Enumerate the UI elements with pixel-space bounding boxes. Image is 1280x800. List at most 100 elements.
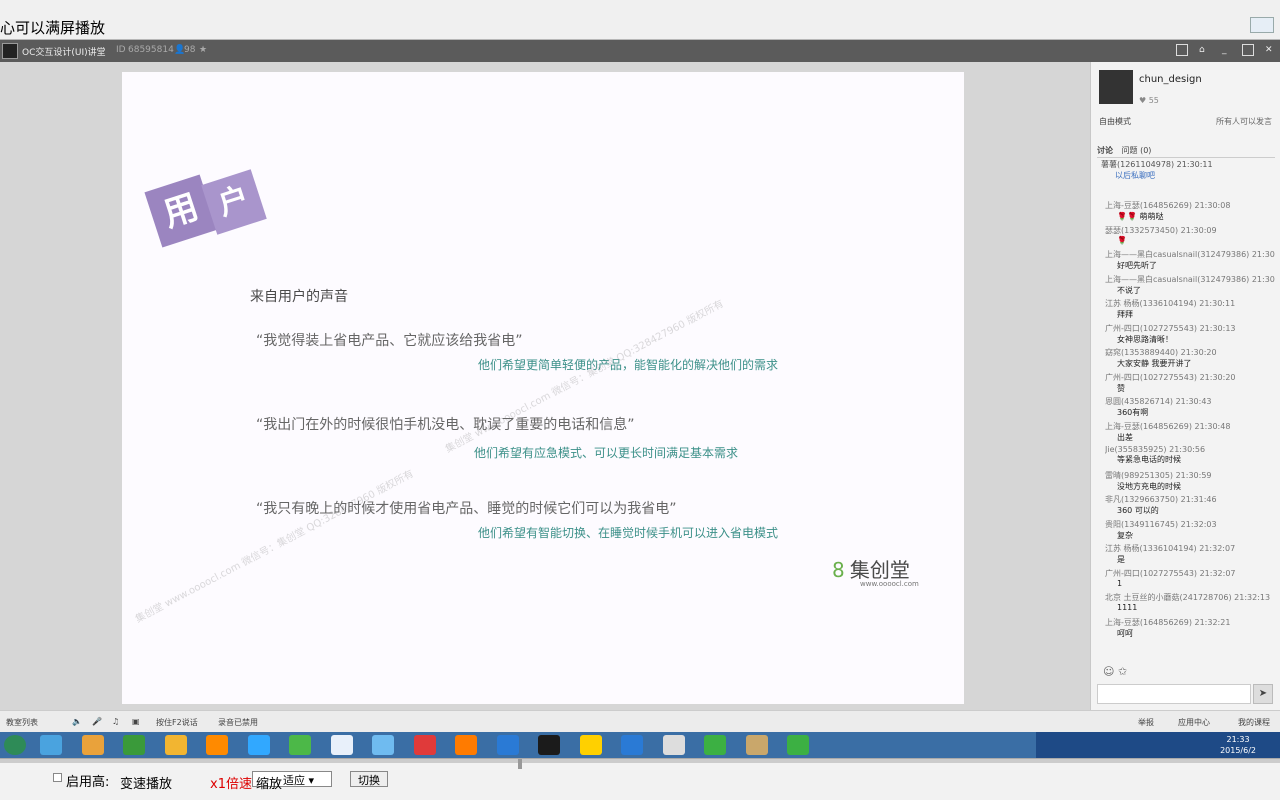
home-icon[interactable]: ⌂ bbox=[1199, 45, 1205, 55]
message-text: 复杂 bbox=[1117, 530, 1133, 540]
classroom-list-button[interactable]: 教室列表 bbox=[6, 717, 38, 728]
app-center-button[interactable]: 应用中心 bbox=[1178, 717, 1210, 728]
message-author: 广州-四口(1027275543) 21:30:20 bbox=[1105, 372, 1236, 382]
host-avatar[interactable] bbox=[1099, 70, 1133, 104]
message-author: 贵阳(1349116745) 21:32:03 bbox=[1105, 519, 1217, 529]
taskbar-app-icon[interactable] bbox=[40, 735, 62, 755]
system-tray: 21:33 2015/6/2 bbox=[1036, 732, 1280, 758]
send-icon[interactable]: ➤ bbox=[1253, 684, 1273, 704]
taskbar-app-icon[interactable] bbox=[81, 735, 104, 755]
divider bbox=[1097, 157, 1275, 158]
chat-message: 上海-豆瑟(164856269) 21:32:21 呵呵 bbox=[1105, 617, 1277, 642]
quote-1: “我觉得装上省电产品、它就应该给我省电” bbox=[256, 333, 523, 349]
chat-message: 江苏 杨杨(1336104194) 21:32:07 是 bbox=[1105, 543, 1277, 568]
heart-icon[interactable]: ♥ bbox=[1139, 96, 1146, 105]
video-icon[interactable]: ▣ bbox=[132, 717, 140, 726]
chat-message: 贵阳(1349116745) 21:32:03 复杂 bbox=[1105, 519, 1277, 544]
chat-sidebar: chun_design ♥ 55 自由模式 所有人可以发言 讨论 问题 (0) … bbox=[1090, 62, 1280, 710]
speed-value[interactable]: x1倍速 bbox=[210, 773, 252, 792]
answer-2: 他们希望有应急模式、可以更长时间满足基本需求 bbox=[473, 446, 738, 460]
message-author: 雷晴(989251305) 21:30:59 bbox=[1105, 470, 1212, 480]
brand-mark-icon: 8 bbox=[832, 558, 845, 582]
message-text: 大家安静 我要开讲了 bbox=[1117, 359, 1192, 368]
taskbar-app-icon[interactable] bbox=[164, 735, 187, 755]
taskbar-app-icon[interactable] bbox=[745, 735, 768, 755]
chat-message: 广州-四口(1027275543) 21:32:07 1 bbox=[1105, 568, 1277, 593]
message-author: 非凡(1329663750) 21:31:46 bbox=[1105, 495, 1217, 504]
tab-discussion[interactable]: 讨论 bbox=[1097, 146, 1113, 155]
emoji-icon[interactable]: ☺ ✩ bbox=[1103, 665, 1127, 678]
seek-handle[interactable] bbox=[518, 759, 522, 769]
taskbar-app-icon[interactable] bbox=[787, 735, 809, 755]
taskbar-app-icon[interactable] bbox=[247, 735, 270, 755]
taskbar-app-icon[interactable] bbox=[289, 735, 311, 755]
taskbar-app-icon[interactable] bbox=[330, 735, 353, 755]
chat-message: 上海-豆瑟(164856269) 21:30:48 出差 bbox=[1105, 421, 1277, 446]
chat-message: 恩圆(435826714) 21:30:43 360有啊 bbox=[1105, 396, 1277, 421]
speak-permission: 所有人可以发言 bbox=[1216, 117, 1272, 126]
taskbar-app-icon[interactable] bbox=[455, 735, 477, 755]
taskbar-app-icon[interactable] bbox=[372, 735, 394, 755]
message-author: 上海-豆瑟(164856269) 21:30:08 bbox=[1105, 201, 1231, 210]
mic-icon[interactable]: 🎤 bbox=[92, 717, 102, 726]
seek-bar[interactable] bbox=[0, 759, 1280, 763]
start-button[interactable] bbox=[4, 735, 26, 755]
hq-label: 启用高: bbox=[66, 775, 110, 790]
message-author: 瑟瑟(1332573450) 21:30:09 bbox=[1105, 225, 1217, 235]
maximize-icon[interactable] bbox=[1242, 44, 1254, 56]
taskbar-app-icon[interactable] bbox=[123, 735, 145, 755]
window-title-bar: 心可以满屏播放 bbox=[0, 0, 1280, 40]
taskbar-app-icon[interactable] bbox=[704, 735, 726, 755]
chat-message: 广州-四口(1027275543) 21:30:20 赞 bbox=[1105, 372, 1277, 397]
taskbar-app-icon[interactable] bbox=[579, 735, 602, 755]
message-author: 江苏 杨杨(1336104194) 21:30:11 bbox=[1105, 299, 1236, 308]
taskbar-app-icon[interactable] bbox=[496, 735, 519, 755]
window-menu-button[interactable] bbox=[1250, 17, 1274, 33]
answer-3: 他们希望有智能切换、在睡觉时候手机可以进入省电模式 bbox=[477, 526, 778, 540]
room-id: 68595814 bbox=[128, 45, 174, 55]
host-name: chun_design bbox=[1139, 74, 1202, 85]
message-author: Jie(355835925) 21:30:56 bbox=[1105, 445, 1206, 454]
taskbar-app-icon[interactable] bbox=[662, 735, 685, 755]
chat-message: 上海-豆瑟(164856269) 21:30:08 🌹🌹 萌萌哒 bbox=[1105, 200, 1277, 225]
clock[interactable]: 21:33 2015/6/2 bbox=[1220, 734, 1256, 756]
room-logo-icon bbox=[2, 43, 18, 59]
chat-message: 非凡(1329663750) 21:31:46 360 可以的 bbox=[1105, 494, 1277, 519]
close-icon[interactable]: ✕ bbox=[1265, 45, 1273, 55]
message-text: 没地方充电的时候 bbox=[1117, 481, 1181, 491]
switch-button[interactable]: 切换 bbox=[350, 771, 388, 787]
message-author: 广州-四口(1027275543) 21:32:07 bbox=[1105, 568, 1236, 578]
chat-tabs: 讨论 问题 (0) bbox=[1097, 145, 1157, 156]
taskbar-app-icon[interactable] bbox=[206, 735, 228, 755]
report-button[interactable]: 举报 bbox=[1138, 717, 1154, 728]
message-text: 是 bbox=[1117, 555, 1125, 564]
chat-input[interactable] bbox=[1097, 684, 1251, 704]
taskbar-app-icon[interactable] bbox=[413, 735, 436, 755]
taskbar-app-icon[interactable] bbox=[538, 735, 560, 755]
my-courses-button[interactable]: 我的课程 bbox=[1238, 717, 1270, 728]
member-count: 98 bbox=[184, 45, 196, 55]
message-text: 呵呵 bbox=[1117, 628, 1133, 638]
favorite-star-icon[interactable]: ★ bbox=[199, 45, 207, 55]
chat-message: 雷晴(989251305) 21:30:59 没地方充电的时候 bbox=[1105, 470, 1277, 495]
chat-message: 江苏 杨杨(1336104194) 21:30:11 拜拜 bbox=[1105, 298, 1277, 323]
share-icon[interactable] bbox=[1176, 44, 1188, 56]
taskbar-app-icon[interactable] bbox=[621, 735, 643, 755]
message-text: 360有啊 bbox=[1117, 408, 1149, 417]
clock-date: 2015/6/2 bbox=[1220, 746, 1256, 755]
system-message: 薯薯(1261104978) 21:30:11 以后私聊吧 bbox=[1101, 159, 1213, 181]
room-id-label: ID bbox=[116, 45, 126, 55]
music-icon[interactable]: ♫ bbox=[112, 717, 119, 726]
tab-questions[interactable]: 问题 (0) bbox=[1122, 146, 1152, 155]
slide-heading: 来自用户的声音 bbox=[250, 289, 348, 305]
message-text: 女神思路清晰！ bbox=[1117, 334, 1173, 344]
minimize-icon[interactable]: _ bbox=[1222, 45, 1227, 55]
speaker-icon[interactable]: 🔈 bbox=[72, 717, 82, 726]
private-chat-link[interactable]: 以后私聊吧 bbox=[1115, 170, 1213, 181]
answer-1: 他们希望更简单轻便的产品，能智能化的解决他们的需求 bbox=[477, 358, 778, 372]
host-likes: ♥ 55 bbox=[1139, 96, 1159, 105]
message-author: 广州-四口(1027275543) 21:30:13 bbox=[1105, 323, 1236, 333]
push-to-talk-button[interactable]: 按住F2说话 bbox=[156, 717, 198, 728]
hq-checkbox[interactable] bbox=[53, 773, 62, 782]
chat-messages[interactable]: 上海-豆瑟(164856269) 21:30:08 🌹🌹 萌萌哒 瑟瑟(133257… bbox=[1105, 200, 1277, 641]
